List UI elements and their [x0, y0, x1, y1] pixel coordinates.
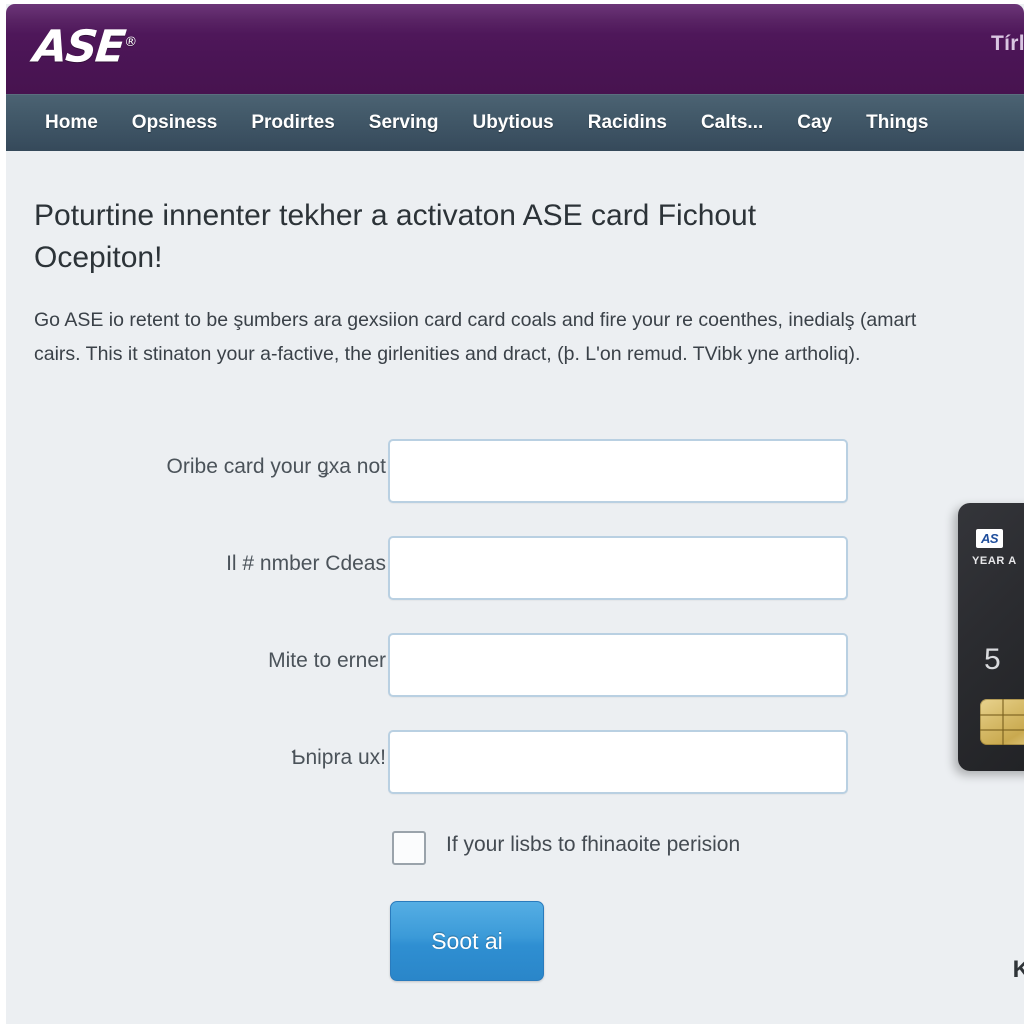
consent-checkbox-label: If your lisbs to fhinaoite perision: [446, 833, 741, 856]
card-number-fragment: 5: [984, 643, 1002, 676]
logo-text: ASE: [31, 21, 127, 73]
browser-viewport: ASE® Tírlo Home Opsiness Prodirtes Servi…: [6, 4, 1024, 1024]
nav-item-ubytious[interactable]: Ubytious: [455, 112, 570, 134]
site-masthead: ASE® Tírlo: [6, 4, 1024, 94]
page-title: Poturtine innenter tekher a activaton AS…: [34, 199, 757, 274]
nav-item-prodirtes[interactable]: Prodirtes: [234, 112, 351, 134]
id-number-input[interactable]: [388, 536, 848, 600]
nav-item-racidins[interactable]: Racidins: [571, 112, 684, 134]
nav-item-calts[interactable]: Calts...: [684, 112, 780, 134]
intro-paragraph: Go ASE io retent to be şumbers ara gexsi…: [34, 309, 917, 365]
credit-card-image: AS YEAR A 5: [958, 503, 1024, 771]
field-label-unipra: Ƅnipra ux!: [291, 746, 386, 769]
form-row-3: Mite to erner: [6, 633, 866, 730]
mite-input[interactable]: [388, 633, 848, 697]
form-row-4: Ƅnipra ux!: [6, 730, 866, 827]
submit-button[interactable]: Soot ai: [390, 901, 544, 981]
card-number-input[interactable]: [388, 439, 848, 503]
card-chip-icon: [980, 699, 1024, 745]
card-chip-line: [1002, 699, 1004, 745]
site-logo[interactable]: ASE®: [31, 20, 139, 73]
primary-navigation: Home Opsiness Prodirtes Serving Ubytious…: [6, 94, 1024, 151]
page-content: Poturtine innenter tekher a activaton AS…: [6, 151, 1024, 1024]
form-row-2: Il # nmber Cdeas: [6, 536, 866, 633]
field-label-mite: Mite to erner: [268, 649, 386, 672]
nav-item-cay[interactable]: Cay: [780, 112, 849, 134]
card-brand-badge: AS: [976, 529, 1004, 548]
consent-checkbox[interactable]: [392, 831, 426, 865]
form-row-1: Oribe card your ǥxa not: [6, 439, 866, 536]
masthead-utility-text[interactable]: Tírlo: [991, 32, 1024, 56]
nav-item-things[interactable]: Things: [849, 112, 945, 134]
nav-item-home[interactable]: Home: [28, 112, 115, 134]
registered-trademark-icon: ®: [123, 35, 138, 50]
consent-checkbox-row: If your lisbs to fhinaoite perision: [6, 827, 866, 901]
unipra-input[interactable]: [388, 730, 848, 794]
field-label-card-number: Oribe card your ǥxa not: [166, 455, 386, 478]
corner-partial-glyph: K: [1012, 956, 1024, 983]
card-year-text: YEAR A: [972, 555, 1017, 567]
card-activation-form: Oribe card your ǥxa not Il # nmber Cdeas…: [6, 439, 866, 991]
field-label-id-number: Il # nmber Cdeas: [226, 552, 386, 575]
screenshot-root: ASE® Tírlo Home Opsiness Prodirtes Servi…: [0, 0, 1024, 1024]
submit-row: Soot ai: [6, 901, 866, 991]
nav-item-opsiness[interactable]: Opsiness: [115, 112, 235, 134]
nav-item-serving[interactable]: Serving: [352, 112, 456, 134]
